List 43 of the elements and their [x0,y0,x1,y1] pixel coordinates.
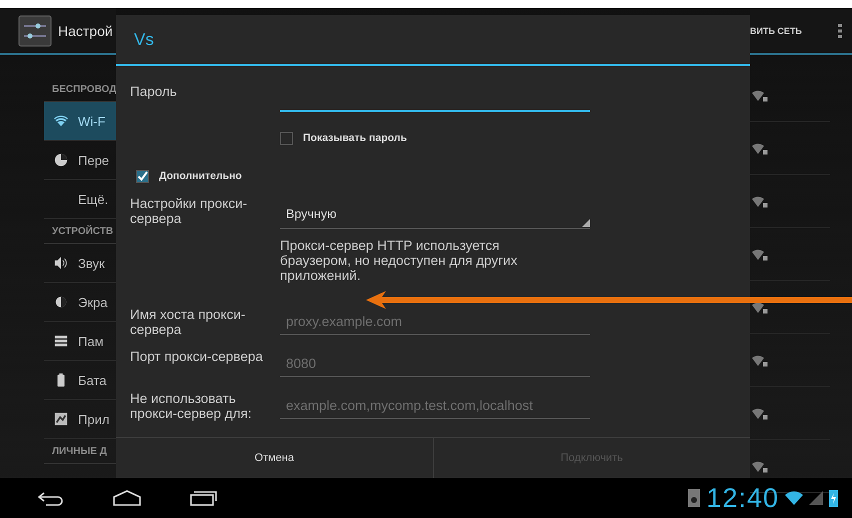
wifi-lock-icon [752,406,768,420]
storage-icon [54,334,68,348]
wifi-lock-icon [752,142,768,154]
wifi-lock-icon [752,88,768,102]
home-icon[interactable] [112,489,142,507]
recent-apps-icon[interactable] [188,489,218,507]
speaker-icon [54,256,68,270]
wifi-icon [785,491,803,505]
clock: 12:40 [706,482,779,514]
dialog-button[interactable]: Отмена [116,438,432,478]
dialog-title: Vs [116,15,750,66]
field-label: Не использовать прокси-сервер для: [130,391,253,421]
pie-chart-icon [54,153,68,167]
battery-icon [829,490,838,506]
overflow-menu-icon[interactable] [838,22,842,38]
input-field[interactable]: example.com,mycomp.test.com,localhost [280,393,590,419]
wifi-lock-icon [752,354,768,366]
checkbox-label: Дополнительно [159,170,242,182]
wifi-icon [54,114,68,128]
dropdown[interactable]: Вручную [280,199,590,229]
wifi-lock-icon [752,194,768,208]
input-field[interactable]: proxy.example.com [280,309,590,335]
field-label: Имя хоста прокси-сервера [130,307,246,337]
corner-triangle-icon [582,219,590,227]
wifi-lock-icon [752,300,768,314]
sd-card-icon [688,489,700,507]
checkbox-label: Показывать пароль [303,132,407,144]
field-label: Порт прокси-сервера [130,349,264,364]
signal-icon [809,491,823,505]
app-title: Настрой [58,22,113,38]
input-field[interactable]: 8080 [280,351,590,377]
action-label[interactable]: ВИТЬ СЕТЬ [750,26,802,36]
sidebar-item[interactable]: Wi-F [44,102,116,141]
checkbox[interactable] [280,132,293,144]
brightness-icon [54,295,68,309]
field-label: Настройки прокси-сервера [130,196,248,226]
checkbox[interactable] [136,170,149,182]
wifi-lock-icon [752,248,768,260]
settings-app-icon [18,14,52,46]
hint-text: Прокси-сервер HTTP используется браузером, но недоступен для других приложений. [280,238,518,283]
wifi-lock-icon [752,460,768,472]
field-label: Пароль [130,84,178,99]
apps-icon [54,412,68,426]
